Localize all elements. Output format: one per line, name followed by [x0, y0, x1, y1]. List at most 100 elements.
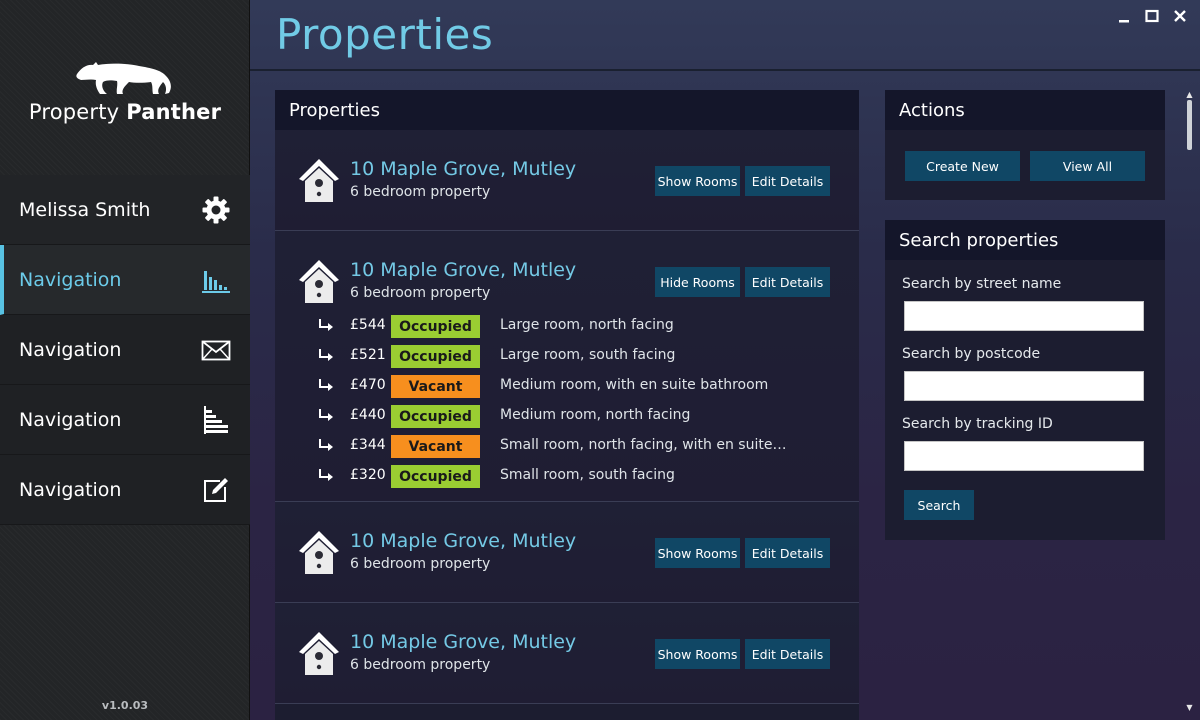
edit-details-button[interactable]: Edit Details [745, 267, 830, 297]
room-description: Medium room, north facing [500, 407, 691, 423]
sidebar-item-navigation-1[interactable]: Navigation [0, 245, 250, 315]
room-list: £544 Occupied Large room, north facing £… [275, 311, 859, 501]
room-row[interactable]: £470 Vacant Medium room, with en suite b… [275, 371, 859, 401]
close-icon[interactable] [1172, 8, 1188, 24]
postcode-label: Search by postcode [902, 346, 1041, 362]
property-card: 10 Maple Grove, Mutley 6 bedroom propert… [275, 231, 859, 502]
sidebar-nav: Melissa Smith Navigation Navigation Navi… [0, 175, 250, 525]
property-card: 10 Maple Grove, Mutley 6 bedroom propert… [275, 502, 859, 603]
property-subtitle: 6 bedroom property [350, 556, 491, 572]
street-name-label: Search by street name [902, 276, 1062, 292]
bar-chart-icon [202, 271, 230, 293]
property-address[interactable]: 10 Maple Grove, Mutley [350, 631, 576, 653]
property-address[interactable]: 10 Maple Grove, Mutley [350, 530, 576, 552]
sub-item-arrow-icon [319, 379, 333, 391]
street-name-input[interactable] [904, 301, 1144, 331]
maximize-icon[interactable] [1144, 8, 1160, 24]
status-badge: Occupied [391, 315, 480, 338]
brand-name-bold: Panther [126, 100, 222, 124]
property-card: 10 Maple Grove, Mutley 6 bedroom propert… [275, 130, 859, 231]
room-row[interactable]: £320 Occupied Small room, south facing [275, 461, 859, 491]
property-card: 10 Maple Grove, Mutley 6 bedroom propert… [275, 603, 859, 704]
room-price: £470 [350, 377, 386, 393]
edit-details-button[interactable]: Edit Details [745, 538, 830, 568]
birdhouse-icon [299, 632, 339, 675]
room-description: Medium room, with en suite bathroom [500, 377, 769, 393]
postcode-input[interactable] [904, 371, 1144, 401]
room-row[interactable]: £344 Vacant Small room, north facing, wi… [275, 431, 859, 461]
sub-item-arrow-icon [319, 409, 333, 421]
status-badge: Vacant [391, 375, 480, 398]
window-controls [1116, 8, 1188, 24]
show-rooms-button[interactable]: Show Rooms [655, 538, 740, 568]
show-rooms-button[interactable]: Show Rooms [655, 166, 740, 196]
search-panel: Search properties Search by street name … [885, 220, 1165, 540]
brand-name: Property Panther [0, 100, 250, 124]
properties-panel-title: Properties [275, 90, 859, 130]
sidebar-item-navigation-2[interactable]: Navigation [0, 315, 250, 385]
sidebar-item-navigation-4[interactable]: Navigation [0, 455, 250, 525]
edit-details-button[interactable]: Edit Details [745, 639, 830, 669]
property-subtitle: 6 bedroom property [350, 184, 491, 200]
birdhouse-icon [299, 159, 339, 202]
room-row[interactable]: £544 Occupied Large room, north facing [275, 311, 859, 341]
create-new-button[interactable]: Create New [905, 151, 1020, 181]
sidebar-item-navigation-3[interactable]: Navigation [0, 385, 250, 455]
search-button[interactable]: Search [904, 490, 974, 520]
room-row[interactable]: £440 Occupied Medium room, north facing [275, 401, 859, 431]
view-all-button[interactable]: View All [1030, 151, 1145, 181]
property-subtitle: 6 bedroom property [350, 657, 491, 673]
main-content: Properties Properties 10 Maple Grove, Mu… [250, 0, 1200, 720]
room-description: Large room, north facing [500, 317, 674, 333]
edit-icon [204, 478, 228, 502]
brand: Property Panther [0, 0, 250, 175]
title-divider [250, 69, 1200, 71]
birdhouse-icon [299, 531, 339, 574]
gear-icon[interactable] [201, 195, 231, 225]
version-label: v1.0.03 [101, 699, 149, 712]
horizontal-bar-chart-icon [204, 406, 228, 434]
sidebar-item-label: Navigation [19, 268, 122, 291]
room-description: Large room, south facing [500, 347, 676, 363]
panther-logo-icon [76, 62, 171, 94]
tracking-id-input[interactable] [904, 441, 1144, 471]
show-rooms-button[interactable]: Show Rooms [655, 639, 740, 669]
room-price: £521 [350, 347, 386, 363]
user-name: Melissa Smith [19, 198, 151, 221]
brand-name-light: Property [28, 100, 120, 124]
property-header: 10 Maple Grove, Mutley 6 bedroom propert… [275, 502, 859, 602]
property-header: 10 Maple Grove, Mutley 6 bedroom propert… [275, 130, 859, 230]
mail-icon [201, 340, 231, 361]
room-description: Small room, north facing, with en suite … [500, 437, 790, 453]
status-badge: Occupied [391, 465, 480, 488]
sub-item-arrow-icon [319, 349, 333, 361]
search-panel-title: Search properties [885, 220, 1165, 260]
property-list: 10 Maple Grove, Mutley 6 bedroom propert… [275, 130, 859, 704]
actions-panel-title: Actions [885, 90, 1165, 130]
property-address[interactable]: 10 Maple Grove, Mutley [350, 158, 576, 180]
scroll-up-icon[interactable]: ▲ [1185, 90, 1194, 99]
hide-rooms-button[interactable]: Hide Rooms [655, 267, 740, 297]
sidebar-user[interactable]: Melissa Smith [0, 175, 250, 245]
sidebar-item-label: Navigation [19, 478, 122, 501]
room-price: £344 [350, 437, 386, 453]
sidebar-item-label: Navigation [19, 338, 122, 361]
birdhouse-icon [299, 260, 339, 303]
room-description: Small room, south facing [500, 467, 675, 483]
scrollbar[interactable]: ▲ ▼ [1185, 90, 1194, 712]
room-row[interactable]: £521 Occupied Large room, south facing [275, 341, 859, 371]
edit-details-button[interactable]: Edit Details [745, 166, 830, 196]
property-subtitle: 6 bedroom property [350, 285, 491, 301]
status-badge: Occupied [391, 345, 480, 368]
sub-item-arrow-icon [319, 469, 333, 481]
property-address[interactable]: 10 Maple Grove, Mutley [350, 259, 576, 281]
room-price: £544 [350, 317, 386, 333]
scroll-down-icon[interactable]: ▼ [1185, 703, 1194, 712]
tracking-id-label: Search by tracking ID [902, 416, 1053, 432]
sub-item-arrow-icon [319, 319, 333, 331]
scroll-thumb[interactable] [1187, 100, 1192, 150]
properties-panel: Properties 10 Maple Grove, Mutley 6 bedr… [275, 90, 859, 720]
minimize-icon[interactable] [1116, 8, 1132, 24]
property-header: 10 Maple Grove, Mutley 6 bedroom propert… [275, 603, 859, 703]
sub-item-arrow-icon [319, 439, 333, 451]
